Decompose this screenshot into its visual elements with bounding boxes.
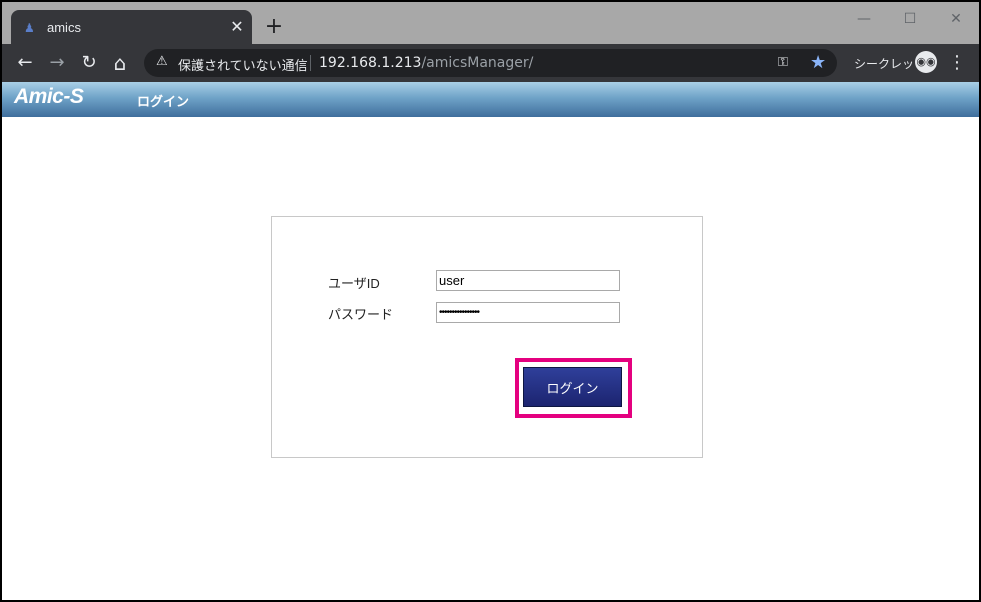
close-window-button[interactable]: ✕ bbox=[946, 10, 966, 28]
warning-icon[interactable]: ⚠ bbox=[156, 55, 170, 69]
tab-close-icon[interactable]: ✕ bbox=[229, 18, 245, 36]
maximize-button[interactable]: ☐ bbox=[900, 10, 920, 28]
url-path: /amicsManager/ bbox=[421, 55, 534, 71]
browser-titlebar: ♟ amics ✕ + — ☐ ✕ bbox=[2, 2, 979, 46]
address-bar[interactable]: ⚠ 保護されていない通信 192.168.1.213/amicsManager/… bbox=[144, 49, 837, 77]
password-label: パスワード bbox=[328, 307, 394, 322]
login-form: ユーザID パスワード ログイン bbox=[271, 216, 703, 458]
brand-logo: Amic-S bbox=[14, 85, 84, 108]
url-host: 192.168.1.213 bbox=[319, 55, 422, 71]
tab-title: amics bbox=[47, 20, 81, 35]
page-content: Amic-S ログイン ユーザID パスワード ログイン bbox=[2, 82, 979, 600]
app-header: Amic-S ログイン bbox=[2, 82, 979, 117]
browser-tab[interactable]: ♟ amics ✕ bbox=[11, 10, 252, 46]
amics-favicon-icon: ♟ bbox=[24, 21, 35, 35]
login-button[interactable]: ログイン bbox=[523, 367, 622, 407]
incognito-icon[interactable]: ◉◉ bbox=[915, 51, 937, 73]
password-input[interactable] bbox=[436, 302, 620, 323]
minimize-button[interactable]: — bbox=[854, 10, 874, 28]
key-icon[interactable]: ⚿ bbox=[778, 55, 788, 70]
back-icon[interactable]: ← bbox=[14, 52, 36, 74]
home-icon[interactable]: ⌂ bbox=[109, 52, 131, 74]
forward-icon[interactable]: → bbox=[46, 52, 68, 74]
bookmark-star-icon[interactable]: ★ bbox=[810, 52, 826, 73]
user-id-input[interactable] bbox=[436, 270, 620, 291]
reload-icon[interactable]: ↻ bbox=[78, 52, 100, 74]
browser-toolbar: ← → ↻ ⌂ ⚠ 保護されていない通信 192.168.1.213/amics… bbox=[2, 44, 979, 82]
security-status-text[interactable]: 保護されていない通信 bbox=[178, 55, 308, 74]
omnibox-divider bbox=[310, 55, 311, 71]
header-title: ログイン bbox=[137, 95, 190, 110]
browser-menu-icon[interactable]: ⋮ bbox=[948, 52, 966, 74]
url-text[interactable]: 192.168.1.213/amicsManager/ bbox=[319, 55, 533, 71]
new-tab-button[interactable]: + bbox=[264, 16, 284, 38]
user-id-label: ユーザID bbox=[328, 276, 380, 291]
